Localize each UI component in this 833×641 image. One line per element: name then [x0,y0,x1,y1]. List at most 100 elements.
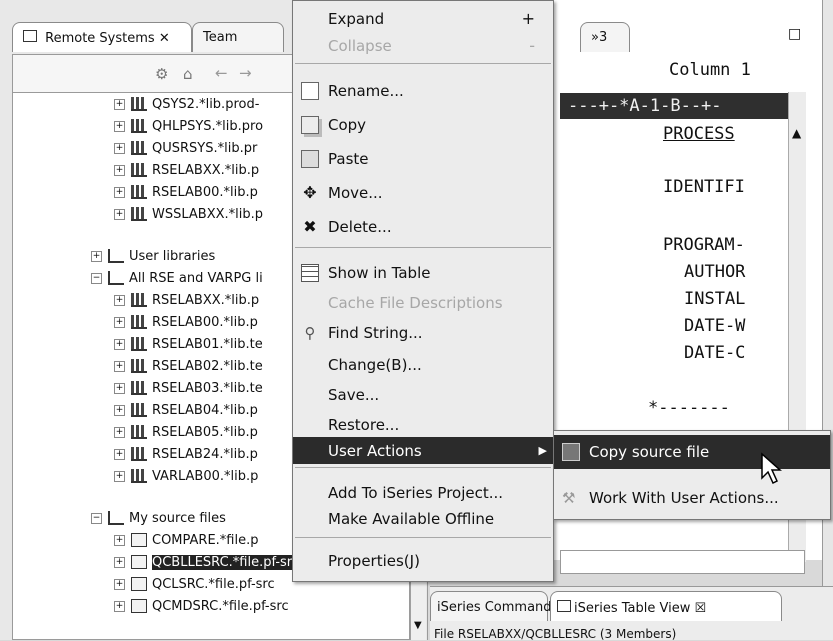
expand-icon[interactable]: + [114,142,125,154]
expand-icon[interactable]: + [114,382,125,394]
expand-icon[interactable]: + [114,186,125,198]
tab-iseries-command[interactable]: iSeries Command... [430,591,564,621]
tab-team[interactable]: Team [192,22,284,52]
tree-item[interactable]: + WSSLABXX.*lib.p [114,203,263,225]
back-arrow-icon[interactable]: ← [215,64,228,82]
user-actions-submenu: Copy source file ⚒ Work With User Actions… [553,430,831,520]
collapse-icon[interactable]: − [91,272,102,284]
tab-remote-systems[interactable]: Remote Systems ✕ [12,22,192,52]
menu-item-label: Save... [328,385,380,404]
menu-item-move[interactable]: ✥ Move... [293,179,553,206]
expand-icon[interactable]: + [114,208,125,220]
library-icon [131,163,147,177]
tree-item[interactable]: + QUSRSYS.*lib.pr [114,137,257,159]
tree-item[interactable]: + RSELAB04.*lib.p [114,399,258,421]
tree-item[interactable]: − My source files [91,507,226,529]
menu-item-cache-file-descriptions[interactable]: Cache File Descriptions [293,289,553,316]
expand-icon[interactable]: + [114,294,125,306]
collapse-icon[interactable]: − [91,512,102,524]
menu-item-delete[interactable]: ✖ Delete... [293,213,553,240]
tree-item[interactable]: + QCMDSRC.*file.pf-src [114,595,289,617]
expand-icon[interactable]: + [114,338,125,350]
expand-icon[interactable]: + [91,250,102,262]
menu-item-make-available-offline[interactable]: Make Available Offline [293,505,553,532]
tree-item[interactable]: + RSELABXX.*lib.p [114,159,259,181]
tree-item-label: RSELAB03.*lib.te [152,380,263,396]
tree-item[interactable]: + RSELAB00.*lib.p [114,181,258,203]
code-line[interactable]: DATE-C [684,343,745,363]
code-line[interactable]: IDENTIFI [663,177,745,197]
expand-icon[interactable]: + [114,448,125,460]
menu-item-user-actions[interactable]: User Actions ▶ [293,437,553,464]
tree-item[interactable]: + COMPARE.*file.p [114,529,259,551]
code-line[interactable]: INSTAL [684,289,745,309]
menu-item-save[interactable]: Save... [293,381,553,408]
source-file-icon [131,555,147,569]
rename-icon [301,81,319,100]
scroll-up-icon[interactable]: ▲ [792,126,801,140]
library-icon [131,141,147,155]
code-line[interactable]: PROGRAM- [663,235,745,255]
code-line[interactable]: PROCESS [663,124,735,144]
expand-icon[interactable]: + [114,470,125,482]
editor-command-line[interactable] [560,550,805,574]
expand-icon[interactable]: + [114,316,125,328]
expand-icon[interactable]: + [114,578,125,590]
submenu-arrow-icon: ▶ [538,444,547,457]
forward-arrow-icon[interactable]: → [239,64,252,82]
code-line[interactable]: *------- [648,398,730,418]
submenu-item-work-with-user-actions[interactable]: ⚒ Work With User Actions... [554,483,830,513]
tree-item[interactable]: + QHLPSYS.*lib.pro [114,115,263,137]
tree-item[interactable]: + QCLSRC.*file.pf-src [114,573,275,595]
menu-item-copy[interactable]: Copy [293,111,553,138]
tree-item[interactable]: + VARLAB00.*lib.p [114,465,258,487]
expand-icon[interactable]: + [114,360,125,372]
table-view-status: File RSELABXX/QCBLLESRC (3 Members) [434,627,677,641]
scroll-down-icon[interactable]: ▼ [414,620,422,631]
tree-item[interactable]: + RSELAB01.*lib.te [114,333,263,355]
tree-item[interactable]: + User libraries [91,245,215,267]
tab-iseries-table-view[interactable]: iSeries Table View ☒ [550,591,782,621]
tree-item-label: RSELAB04.*lib.p [152,402,258,418]
expand-icon[interactable]: + [114,98,125,110]
tree-item[interactable]: + RSELAB24.*lib.p [114,443,258,465]
code-line[interactable]: AUTHOR [684,262,745,282]
source-file-icon [131,533,147,547]
expand-icon[interactable]: + [114,426,125,438]
editor-tab-overflow[interactable]: »3 [580,22,630,52]
tree-item[interactable]: − All RSE and VARPG li [91,267,263,289]
home-icon[interactable]: ⌂ [183,65,193,83]
tree-item[interactable]: + RSELAB05.*lib.p [114,421,258,443]
expand-icon[interactable]: + [114,120,125,132]
maximize-icon[interactable]: □ [788,26,801,42]
expand-icon[interactable]: + [114,534,125,546]
tree-item[interactable]: + RSELAB02.*lib.te [114,355,263,377]
editor-ruler: ---+-*A-1-B--+- [560,93,788,119]
expand-icon[interactable]: + [114,164,125,176]
menu-item-label: Cache File Descriptions [328,293,503,312]
menu-item-show-in-table[interactable]: Show in Table [293,259,553,286]
expand-icon[interactable]: + [114,600,125,612]
expand-icon[interactable]: + [114,404,125,416]
submenu-item-copy-source-file[interactable]: Copy source file [554,435,830,469]
source-file-icon [131,577,147,591]
menu-item-expand[interactable]: Expand + [293,5,553,32]
menu-item-paste[interactable]: Paste [293,145,553,172]
menu-item-collapse[interactable]: Collapse - [293,32,553,59]
tree-item[interactable]: + RSELABXX.*lib.p [114,289,259,311]
menu-item-properties[interactable]: Properties(J) [293,547,553,574]
filter-icon[interactable]: ⚙ [155,65,168,83]
menu-item-rename[interactable]: Rename... [293,77,553,104]
menu-item-restore[interactable]: Restore... [293,411,553,438]
tree-item[interactable]: + RSELAB00.*lib.p [114,311,258,333]
menu-item-find-string[interactable]: ⚲ Find String... [293,319,553,346]
column-indicator: Column 1 [669,60,751,80]
tree-item[interactable]: + RSELAB03.*lib.te [114,377,263,399]
menu-item-change[interactable]: Change(B)... [293,351,553,378]
expand-icon[interactable]: + [114,556,125,568]
tree-item[interactable]: + QSYS2.*lib.prod- [114,93,259,115]
code-line[interactable]: DATE-W [684,316,745,336]
tree-item-selected[interactable]: + QCBLLESRC.*file.pf-src [114,551,299,573]
menu-item-add-to-iseries-project[interactable]: Add To iSeries Project... [293,479,553,506]
library-icon [131,207,147,221]
